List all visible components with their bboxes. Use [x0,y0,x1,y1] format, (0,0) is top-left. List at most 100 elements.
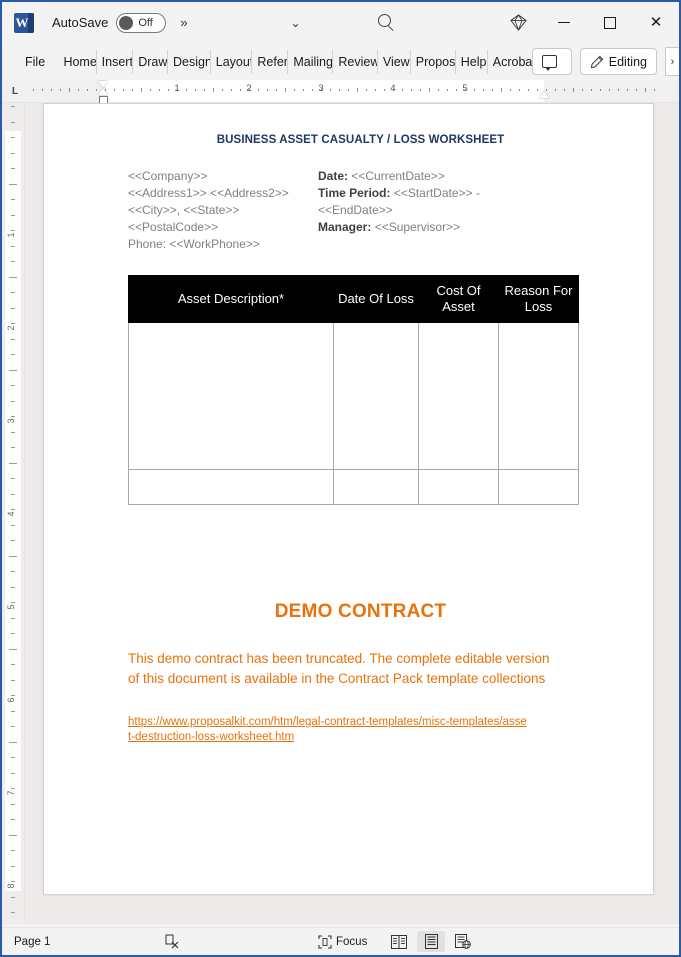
search-icon[interactable] [375,12,397,34]
focus-label: Focus [336,935,368,948]
vertical-ruler-number: 5 [6,604,16,610]
ribbon-tab-bar: File Home Insert Draw Design Layout Refe… [2,43,679,80]
table-cell-cost-of-asset[interactable] [418,469,499,505]
status-bar: Page 1 Focus [2,927,679,955]
field-phone: Phone: <<WorkPhone>> [128,237,260,251]
read-mode-icon [391,934,407,949]
window-controls: ✕ [495,2,679,43]
meta-block: Date: <<CurrentDate>> Time Period: <<Sta… [318,168,593,253]
ribbon-expand-button[interactable]: › [665,47,679,76]
tab-file[interactable]: File [20,50,46,74]
tab-insert[interactable]: Insert [97,49,134,74]
word-window: W AutoSave Off » ⌄ ✕ File Home Insert Dr… [0,0,681,957]
field-date-label: Date: [318,169,349,183]
demo-contract-link[interactable]: https://www.proposalkit.com/htm/legal-co… [128,715,528,745]
field-postal-code: <<PostalCode>> [128,220,219,234]
vertical-ruler-number: 2 [6,325,16,331]
tab-references[interactable]: Refer [252,49,289,74]
right-indent-marker[interactable] [539,91,549,98]
field-manager-value: <<Supervisor>> [374,220,461,234]
editing-label: Editing [608,54,647,69]
comment-icon [541,55,557,71]
tab-draw[interactable]: Draw [133,49,168,74]
table-row[interactable] [128,322,579,470]
vertical-ruler-number: 8 [6,883,16,889]
chevron-down-icon[interactable]: ⌄ [285,16,307,30]
table-cell-date-of-loss[interactable] [333,469,419,505]
field-company: <<Company>> [128,169,208,183]
page-number-status[interactable]: Page 1 [14,936,50,948]
demo-contract-notice: This demo contract has been truncated. T… [128,651,550,686]
company-block: <<Company>> <<Address1>> <<Address2>> <<… [128,168,318,253]
web-layout-button[interactable] [449,931,477,952]
autosave-toggle[interactable]: Off [116,12,167,33]
field-end-date-row: <<EndDate>> [318,202,593,219]
vertical-ruler-number: 3 [6,418,16,424]
word-logo-icon: W [14,12,34,33]
maximize-icon [604,16,616,29]
focus-icon [318,934,332,949]
minimize-button[interactable] [541,2,587,43]
tab-acrobat[interactable]: Acrobat [488,50,532,74]
ruler-number: 4 [390,83,396,94]
tab-design[interactable]: Design [168,49,211,74]
ruler-number: 2 [246,83,252,94]
field-time-period-row: Time Period: <<StartDate>> - [318,185,593,202]
close-icon: ✕ [649,13,663,31]
demo-contract-heading: DEMO CONTRACT [274,601,447,622]
document-page[interactable]: BUSINESS ASSET CASUALTY / LOSS WORKSHEET… [43,103,654,895]
maximize-button[interactable] [587,2,633,43]
first-line-indent-marker[interactable] [98,81,108,88]
table-row[interactable] [128,469,579,505]
column-header-date-of-loss: Date Of Loss [333,275,419,323]
autosave-state: Off [138,16,153,29]
field-manager-row: Manager: <<Supervisor>> [318,219,593,236]
read-mode-button[interactable] [385,931,413,952]
quick-access-more-button[interactable]: » [180,15,187,30]
tab-stop-selector[interactable]: L [2,80,28,102]
table-cell-asset-description[interactable] [128,322,334,470]
web-layout-icon [455,934,471,949]
comments-button[interactable] [531,48,572,75]
document-heading: BUSINESS ASSET CASUALTY / LOSS WORKSHEET [216,134,505,146]
print-layout-button[interactable] [417,931,445,952]
ruler-number: 1 [174,83,180,94]
focus-mode-button[interactable]: Focus [318,934,368,949]
horizontal-ruler[interactable]: L 1 2 3 4 5 [2,80,679,104]
field-city-state: <<City>>, <<State>> [128,203,240,217]
vertical-ruler-number: 4 [6,511,16,517]
tab-help[interactable]: Help [456,49,488,74]
page-canvas[interactable]: BUSINESS ASSET CASUALTY / LOSS WORKSHEET… [25,103,679,924]
editing-mode-button[interactable]: Editing [579,48,657,75]
field-manager-label: Manager: [318,220,372,234]
vertical-ruler-number: 1 [6,232,16,238]
view-mode-buttons [385,931,477,952]
field-time-period-label: Time Period: [318,186,391,200]
tab-view[interactable]: View [378,49,411,74]
table-cell-cost-of-asset[interactable] [418,322,499,470]
tab-layout[interactable]: Layout [211,49,253,74]
table-header-row: Asset Description* Date Of Loss Cost Of … [128,275,579,323]
table-cell-asset-description[interactable] [128,469,334,505]
field-date-row: Date: <<CurrentDate>> [318,168,593,185]
tab-proposal[interactable]: Proposal [411,49,456,74]
tab-review[interactable]: Review [333,49,378,74]
autosave-label: AutoSave [52,15,109,30]
vertical-ruler-number: 7 [6,790,16,796]
ruler-number: 3 [318,83,324,94]
field-date-value: <<CurrentDate>> [351,169,445,183]
vertical-ruler[interactable]: 1 2 3 4 5 6 7 8 [2,103,25,924]
asset-loss-table[interactable]: Asset Description* Date Of Loss Cost Of … [128,275,579,505]
tab-home[interactable]: Home [58,49,97,74]
table-cell-reason-for-loss[interactable] [498,469,579,505]
toggle-knob [119,15,134,30]
close-button[interactable]: ✕ [633,2,679,43]
copilot-diamond-button[interactable] [495,2,541,43]
table-cell-date-of-loss[interactable] [333,322,419,470]
vertical-ruler-number: 6 [6,697,16,703]
proofing-errors-icon[interactable] [164,934,180,949]
table-cell-reason-for-loss[interactable] [498,322,579,470]
column-header-cost-of-asset: Cost Of Asset [418,275,499,323]
hanging-indent-marker[interactable] [98,88,108,95]
tab-mailings[interactable]: Mailings [288,49,334,74]
